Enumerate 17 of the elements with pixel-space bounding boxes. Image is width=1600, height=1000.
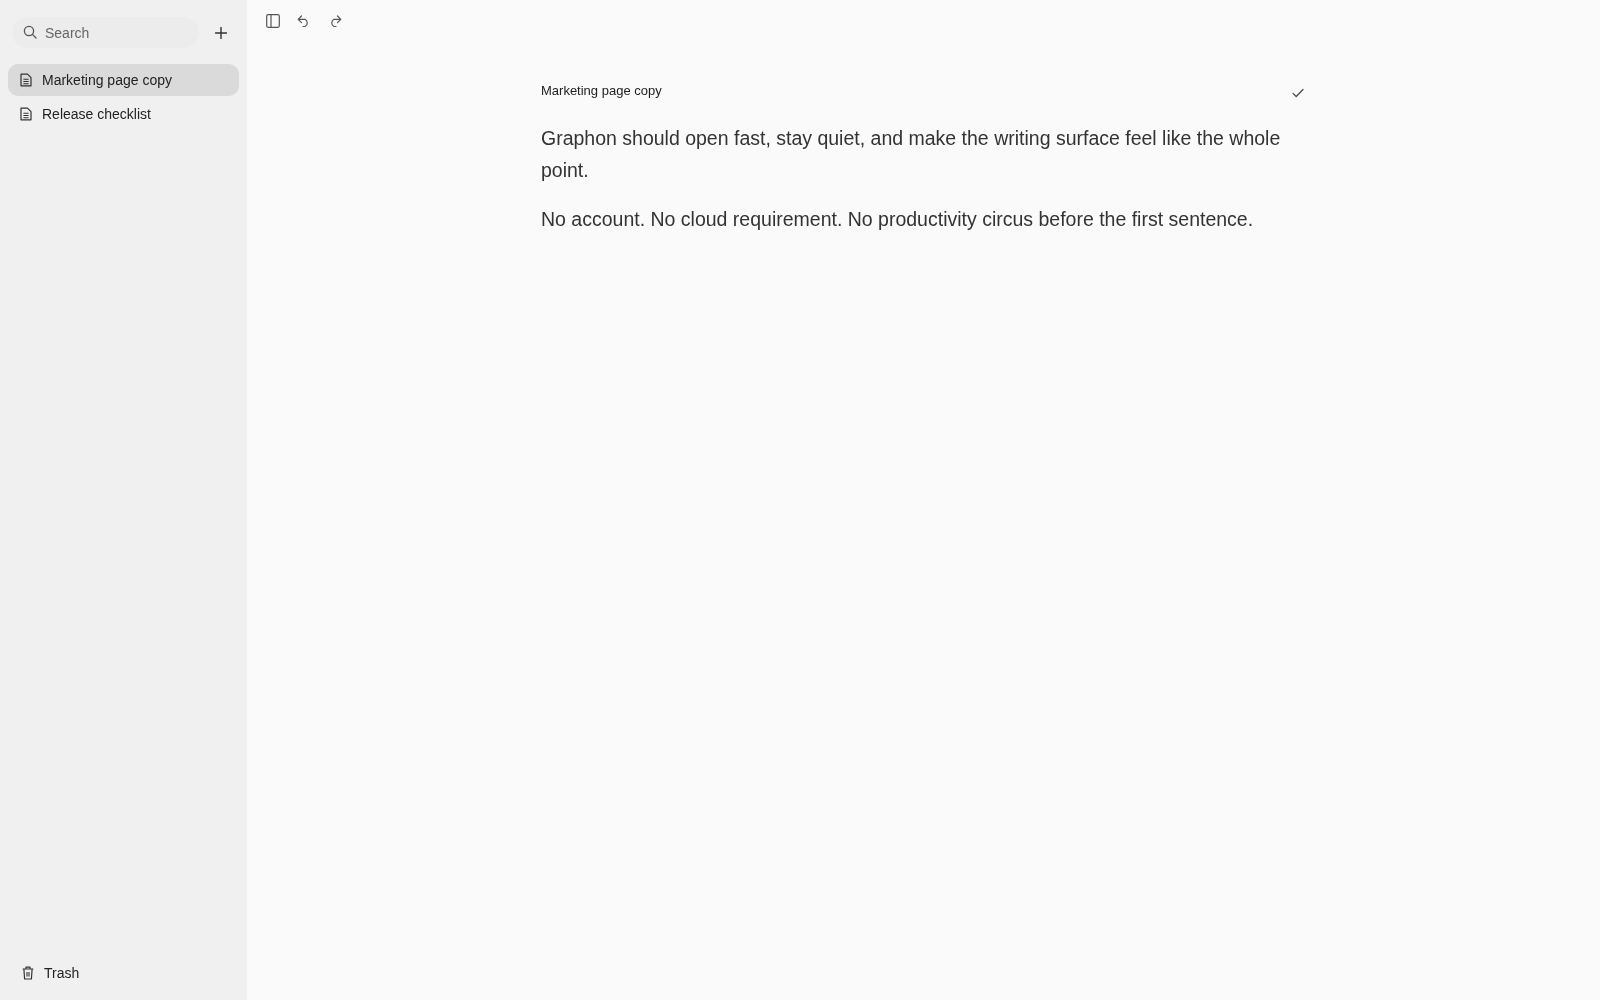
search-field[interactable]: Search bbox=[12, 17, 199, 48]
document-icon bbox=[20, 107, 32, 121]
note-item[interactable]: Release checklist bbox=[8, 98, 239, 130]
check-icon bbox=[1292, 87, 1304, 98]
sidebar-panel-icon bbox=[266, 13, 280, 28]
note-item[interactable]: Marketing page copy bbox=[8, 64, 239, 96]
document-icon bbox=[20, 73, 32, 87]
redo-icon bbox=[328, 14, 342, 27]
undo-icon bbox=[297, 14, 311, 27]
plus-icon bbox=[215, 26, 227, 39]
body-paragraph: Graphon should open fast, stay quiet, and make the writing surface feel like the whole point. bbox=[541, 126, 1282, 183]
body-paragraph: No account. No cloud requirement. No productivity circus before the first sentence. bbox=[541, 207, 1255, 232]
note-title: Marketing page copy bbox=[541, 83, 662, 98]
trash-item[interactable]: Trash bbox=[8, 962, 94, 984]
search-icon bbox=[23, 25, 37, 39]
sidebar-toggle-button[interactable] bbox=[264, 11, 282, 30]
trash-icon bbox=[22, 966, 34, 980]
